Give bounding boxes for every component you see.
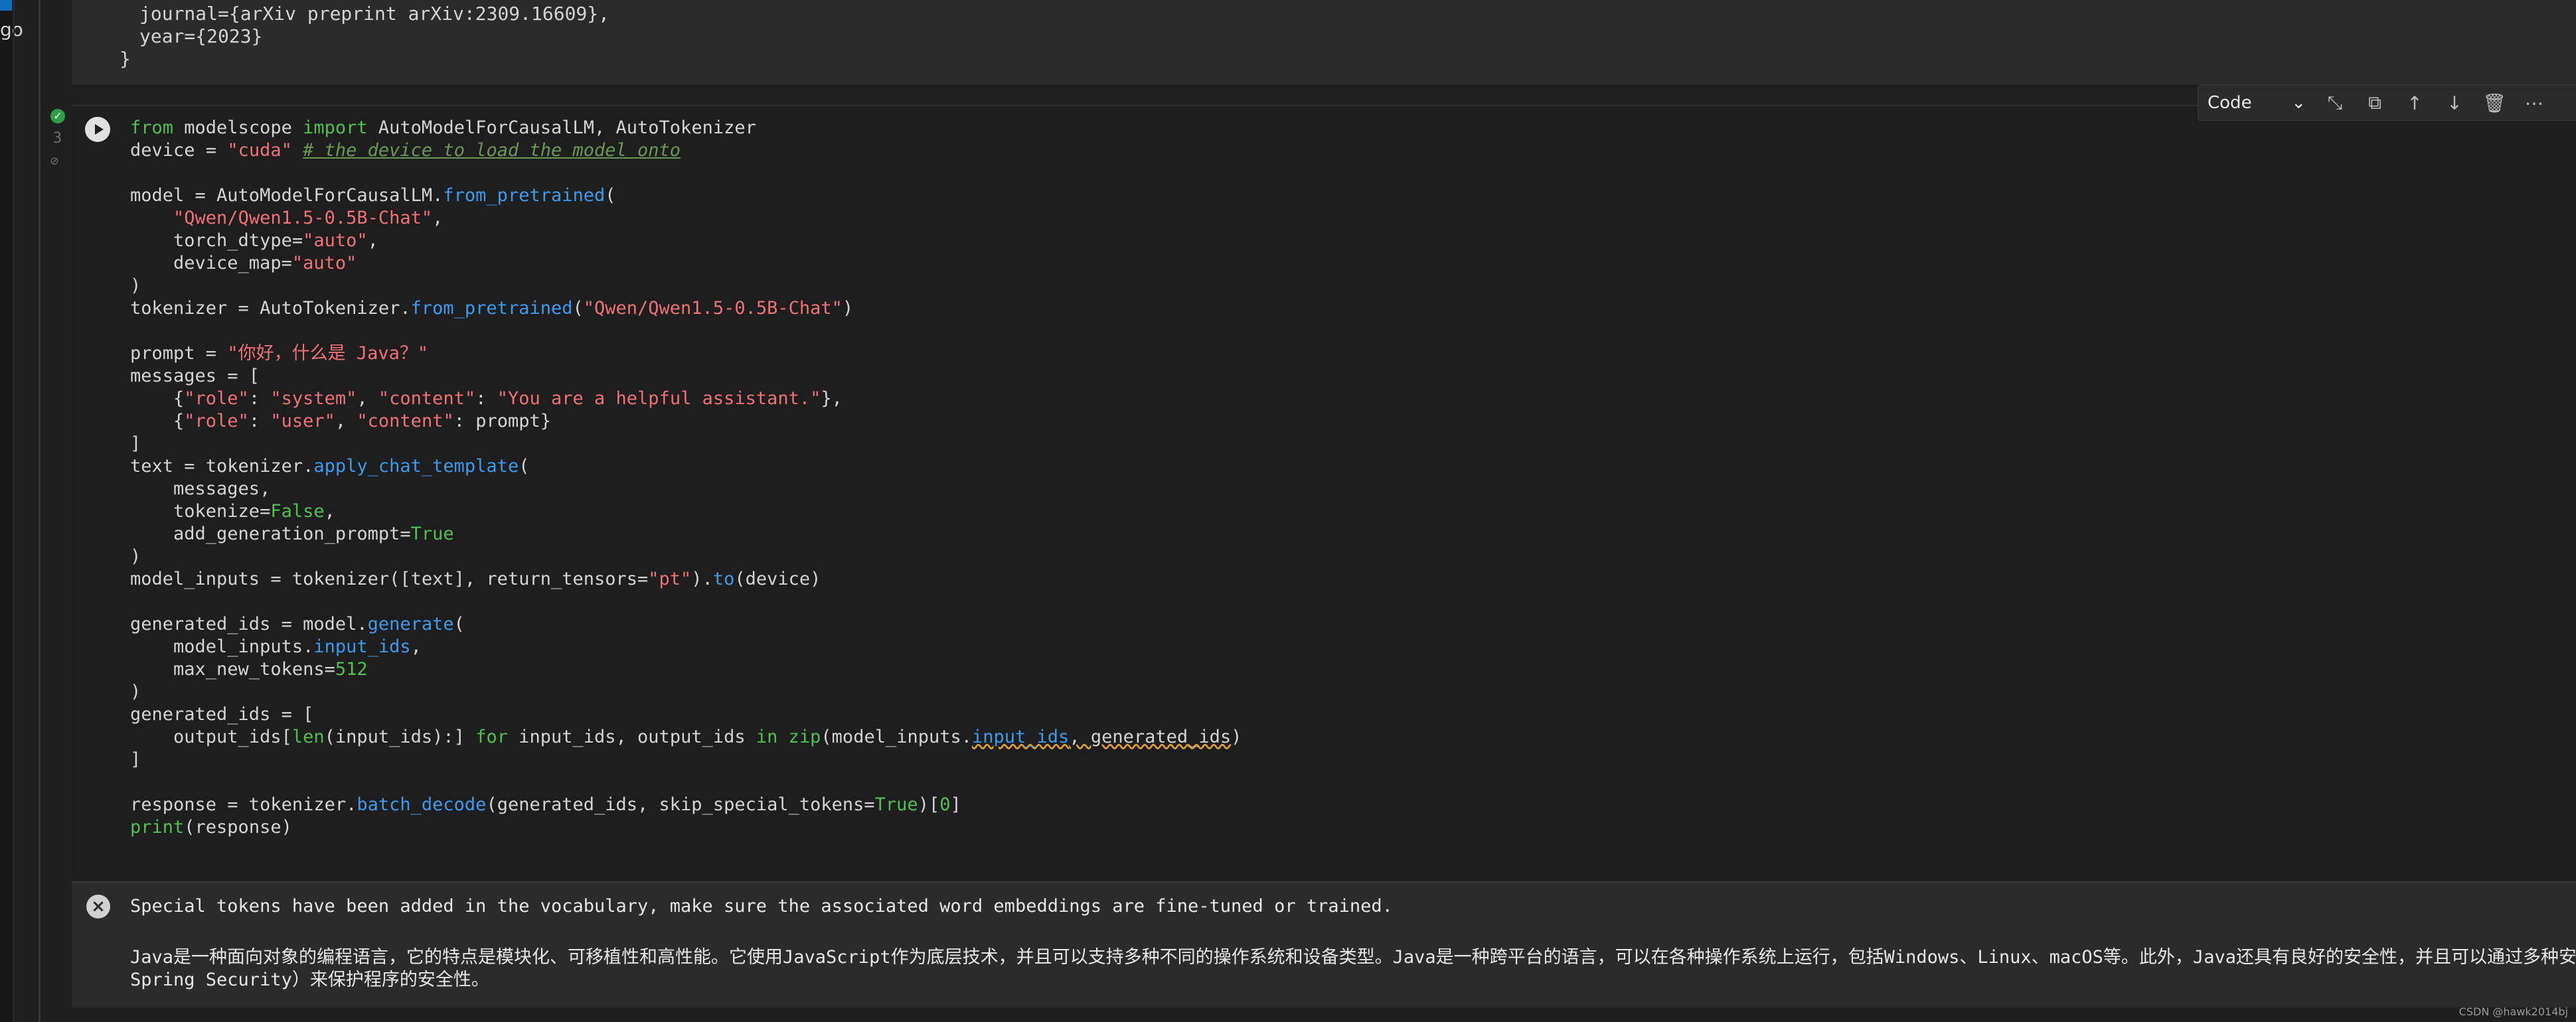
code-line: ) [130, 546, 141, 567]
cell-type-select[interactable]: Code ⌄ [2198, 88, 2315, 117]
output-line: Java是一种面向对象的编程语言，它的特点是模块化、可移植性和高性能。它使用Ja… [130, 947, 2576, 968]
prev-cell-line: journal={arXiv preprint arXiv:2309.16609… [139, 3, 610, 25]
left-text-fragment: go [0, 19, 23, 40]
debug-icon: ⊘ [50, 153, 59, 169]
code-line: response = tokenizer.batch_decode(genera… [130, 794, 961, 815]
code-line: {"role": "user", "content": prompt} [130, 411, 552, 431]
watermark: CSDN @hawk2014bj [2458, 1005, 2568, 1018]
code-line: text = tokenizer.apply_chat_template( [130, 456, 530, 476]
code-line: generated_ids = model.generate( [130, 614, 465, 634]
code-line: add_generation_prompt=True [130, 524, 454, 544]
split-cell-icon: ⤡ [2327, 92, 2343, 113]
code-line: ] [130, 433, 141, 454]
code-line: {"role": "system", "content": "You are a… [130, 388, 843, 409]
code-line: model = AutoModelForCausalLM.from_pretra… [130, 185, 616, 206]
code-line: model_inputs.input_ids, [130, 636, 422, 657]
delete-cell-button[interactable]: 🗑 [2474, 88, 2514, 117]
move-down-button[interactable]: ↓ [2435, 88, 2474, 117]
chevron-down-icon: ⌄ [2291, 93, 2306, 113]
code-line: tokenizer = AutoTokenizer.from_pretraine… [130, 298, 854, 319]
code-line: messages = [ [130, 366, 260, 386]
code-line: model_inputs = tokenizer([text], return_… [130, 569, 821, 589]
code-line: torch_dtype="auto", [130, 230, 378, 251]
code-line: prompt = "你好，什么是 Java？" [130, 343, 429, 364]
code-line: ] [130, 749, 141, 770]
previous-cell[interactable]: journal={arXiv preprint arXiv:2309.16609… [72, 0, 2576, 86]
code-line: ) [130, 275, 141, 296]
code-cell[interactable]: from modelscope import AutoModelForCausa… [72, 105, 2576, 881]
move-down-icon: ↓ [2447, 92, 2462, 114]
code-line: ) [130, 682, 141, 702]
code-line: messages, [130, 478, 271, 499]
code-line: device_map="auto" [130, 253, 357, 273]
prev-cell-line: year={2023} [139, 25, 263, 47]
split-cell-button[interactable]: ⤡ [2315, 88, 2355, 117]
code-line: tokenize=False, [130, 501, 335, 522]
copy-icon: ⧉ [2368, 92, 2381, 113]
clear-output-button[interactable]: × [86, 895, 110, 918]
move-up-button[interactable]: ↑ [2395, 88, 2435, 117]
play-icon [94, 124, 104, 135]
code-editor[interactable]: from modelscope import AutoModelForCausa… [130, 117, 1242, 839]
run-cell-button[interactable] [85, 117, 110, 142]
code-line: max_new_tokens=512 [130, 659, 368, 680]
output-line: Spring Security）来保护程序的安全性。 [130, 970, 489, 990]
more-actions-button[interactable]: ⋯ [2514, 88, 2554, 117]
output-line: Special tokens have been added in the vo… [130, 896, 1393, 916]
pane-divider[interactable] [13, 0, 15, 1022]
code-line: output_ids[len(input_ids):] for input_id… [130, 727, 1242, 747]
move-up-icon: ↑ [2407, 92, 2423, 114]
copy-cell-button[interactable]: ⧉ [2355, 88, 2395, 117]
check-circle-icon: ✓ [50, 109, 65, 123]
sidebar-accent [0, 0, 12, 11]
prev-cell-line: } [120, 48, 131, 70]
cell-toolbar: Code ⌄ ⤡ ⧉ ↑ ↓ 🗑 ⋯ [2198, 85, 2576, 121]
code-line: generated_ids = [ [130, 704, 314, 725]
code-line: device = "cuda" # the device to load the… [130, 140, 681, 161]
execution-count: 3 [53, 130, 62, 147]
more-icon: ⋯ [2525, 92, 2543, 114]
cell-output: × Special tokens have been added in the … [72, 881, 2576, 1007]
code-line: from modelscope import AutoModelForCausa… [130, 117, 756, 138]
code-line: print(response) [130, 817, 292, 838]
left-sidebar [0, 0, 12, 1022]
cell-type-label: Code [2208, 93, 2252, 113]
code-line: "Qwen/Qwen1.5-0.5B-Chat", [173, 208, 443, 228]
trash-icon: 🗑 [2482, 92, 2506, 114]
cell-gutter-line [39, 0, 40, 1022]
